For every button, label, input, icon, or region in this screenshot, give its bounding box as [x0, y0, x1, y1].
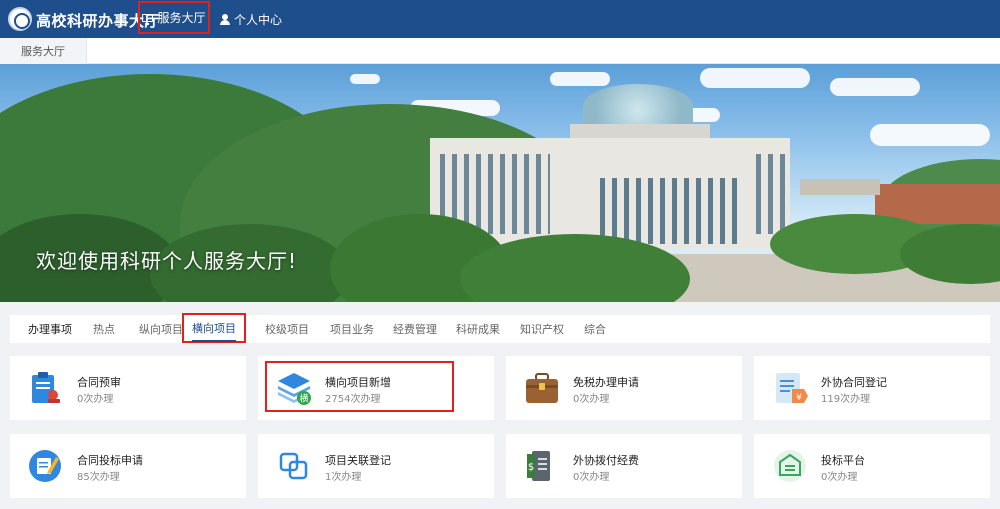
service-count: 1次办理 [325, 472, 362, 483]
service-card-outsourcing-contract[interactable]: ¥ 外协合同登记 119次办理 [754, 356, 990, 420]
tab-vertical-projects[interactable]: 纵向项目 [139, 315, 183, 343]
service-name: 外协拨付经费 [573, 454, 639, 467]
service-name: 投标平台 [821, 454, 865, 467]
tab-general[interactable]: 综合 [584, 315, 606, 343]
tab-horizontal-projects-label: 横向项目 [192, 320, 236, 342]
service-card-contract-bidding[interactable]: 合同投标申请 85次办理 [10, 434, 246, 498]
service-card-tax-exemption[interactable]: 免税办理申请 0次办理 [506, 356, 742, 420]
service-count: 0次办理 [821, 472, 858, 483]
service-name: 项目关联登记 [325, 454, 391, 467]
linked-squares-icon [279, 452, 308, 480]
layers-stack-icon: 横 [278, 373, 311, 405]
banner-welcome-text: 欢迎使用科研个人服务大厅! [36, 249, 298, 273]
top-navigation-bar: 高校科研办事大厅 服务大厅 个人中心 [0, 0, 1000, 38]
clipboard-stamp-icon [32, 372, 60, 403]
notepad-pencil-icon [29, 450, 61, 482]
service-card-contract-prereview[interactable]: 合同预审 0次办理 [10, 356, 246, 420]
service-count: 119次办理 [821, 394, 871, 405]
service-card-project-association[interactable]: 项目关联登记 1次办理 [258, 434, 494, 498]
nav-service-hall[interactable]: 服务大厅 [138, 1, 210, 34]
tab-hot[interactable]: 热点 [93, 315, 115, 343]
service-count: 0次办理 [573, 394, 610, 405]
nav-service-hall-label: 服务大厅 [157, 11, 206, 25]
service-count: 0次办理 [77, 394, 114, 405]
badge-text: 横 [299, 393, 308, 405]
category-tabs: 办理事项 热点 纵向项目 横向项目 校级项目 项目业务 经费管理 科研成果 知识… [10, 313, 990, 343]
service-name: 免税办理申请 [573, 376, 639, 389]
svg-text:$: $ [528, 462, 534, 473]
tab-handling-items[interactable]: 办理事项 [28, 315, 72, 343]
tab-project-business[interactable]: 项目业务 [330, 315, 374, 343]
service-name: 外协合同登记 [821, 376, 887, 389]
tab-intellectual-property[interactable]: 知识产权 [520, 315, 564, 343]
tab-funding-management[interactable]: 经费管理 [393, 315, 437, 343]
svg-text:¥: ¥ [796, 393, 802, 403]
service-count: 85次办理 [77, 472, 120, 483]
service-card-outsourcing-funds[interactable]: $ 外协拨付经费 0次办理 [506, 434, 742, 498]
briefcase-icon [526, 373, 558, 403]
tab-horizontal-projects[interactable]: 横向项目 [182, 313, 246, 343]
bid-platform-icon [774, 450, 806, 482]
dollar-document-icon: $ [527, 451, 550, 481]
service-name: 合同预审 [77, 376, 121, 389]
service-card-bidding-platform[interactable]: 投标平台 0次办理 [754, 434, 990, 498]
nav-personal-center[interactable]: 个人中心 [210, 0, 292, 38]
service-card-horizontal-project-add[interactable]: 横 横向项目新增 2754次办理 [258, 356, 494, 420]
document-yen-icon: ¥ [776, 373, 808, 403]
monitor-icon [142, 13, 154, 25]
library-dome [583, 84, 693, 128]
service-name: 合同投标申请 [77, 454, 143, 467]
welcome-banner: 欢迎使用科研个人服务大厅! [0, 64, 1000, 302]
page-tab-strip: 服务大厅 [0, 38, 1000, 64]
university-logo-icon [8, 7, 32, 31]
tab-research-results[interactable]: 科研成果 [456, 315, 500, 343]
tab-school-projects[interactable]: 校级项目 [265, 315, 309, 343]
service-count: 2754次办理 [325, 394, 381, 405]
nav-personal-center-label: 个人中心 [234, 12, 283, 27]
user-icon [220, 13, 230, 25]
tab-service-hall[interactable]: 服务大厅 [0, 38, 87, 64]
service-count: 0次办理 [573, 472, 610, 483]
service-name: 横向项目新增 [325, 376, 391, 389]
